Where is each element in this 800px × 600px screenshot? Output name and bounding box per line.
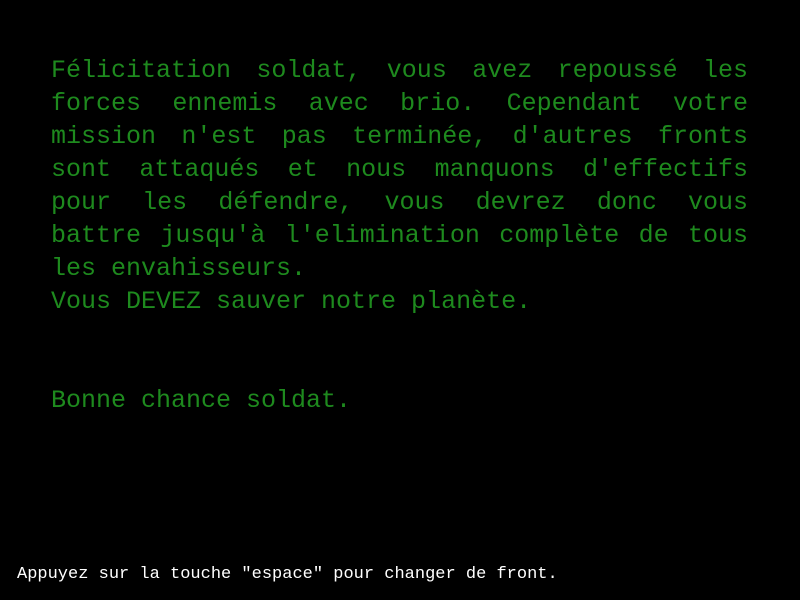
- briefing-closing: Bonne chance soldat.: [51, 386, 352, 415]
- briefing-spacer: [51, 318, 748, 384]
- continue-hint: Appuyez sur la touche "espace" pour chan…: [17, 565, 558, 584]
- mission-briefing-text: Félicitation soldat, vous avez repoussé …: [51, 54, 748, 417]
- briefing-paragraph-2: Vous DEVEZ sauver notre planète.: [51, 287, 532, 316]
- briefing-paragraph-1: Félicitation soldat, vous avez repoussé …: [51, 56, 748, 283]
